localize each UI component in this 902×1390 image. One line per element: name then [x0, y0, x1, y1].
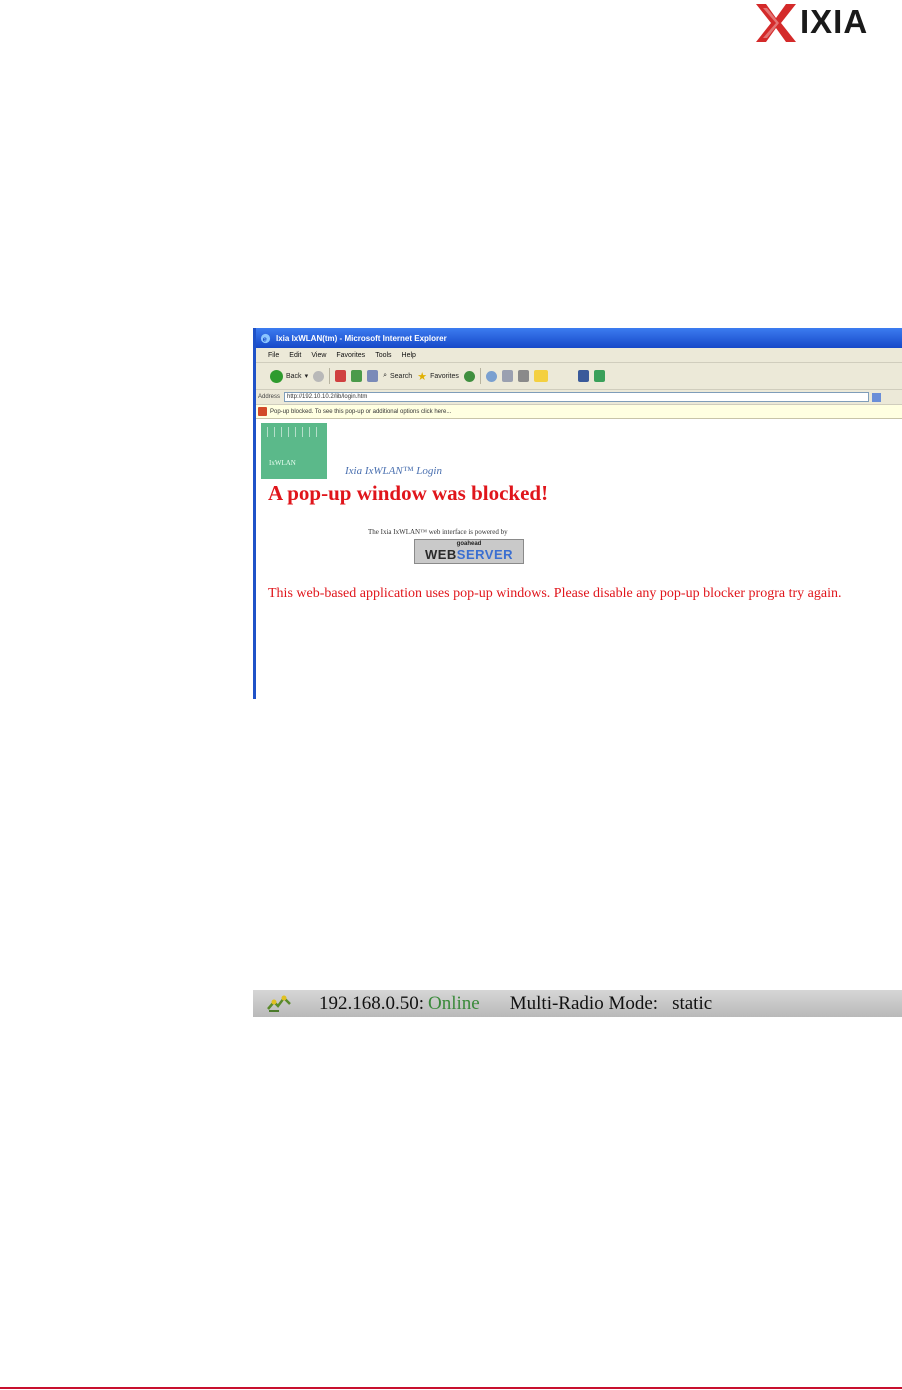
- page-content: IxWLAN Ixia IxWLAN™ Login A pop-up windo…: [256, 419, 902, 689]
- popup-blocked-infobar[interactable]: Pop-up blocked. To see this pop-up or ad…: [256, 405, 902, 419]
- mail-icon[interactable]: [485, 370, 497, 382]
- badge-word-web: WEB: [424, 547, 457, 562]
- status-bar: 192.168.0.50: Online Multi-Radio Mode: s…: [253, 990, 902, 1017]
- network-status-icon: [267, 995, 291, 1012]
- internet-explorer-icon: e: [260, 333, 271, 343]
- toolbar-separator: [329, 368, 331, 384]
- status-mode-label: Multi-Radio Mode:: [509, 992, 659, 1014]
- badge-word-server: SERVER: [456, 547, 514, 562]
- forward-arrow-icon[interactable]: [313, 370, 325, 382]
- menu-tools[interactable]: Tools: [375, 352, 391, 359]
- browser-window: e Ixia IxWLAN(tm) - Microsoft Internet E…: [253, 328, 902, 699]
- favorites-button[interactable]: ★ Favorites: [417, 370, 459, 383]
- address-input[interactable]: http://192.10.10.2/lib/login.htm: [284, 392, 870, 402]
- menu-file[interactable]: File: [268, 352, 279, 359]
- menu-edit[interactable]: Edit: [289, 352, 301, 359]
- goahead-webserver-badge: goahead WEBSERVER: [414, 539, 524, 564]
- menu-favorites[interactable]: Favorites: [336, 352, 365, 359]
- menu-view[interactable]: View: [311, 352, 326, 359]
- people-icon[interactable]: [593, 370, 605, 382]
- login-link[interactable]: Ixia IxWLAN™ Login: [345, 465, 442, 477]
- address-label: Address: [258, 394, 281, 400]
- status-ip: 192.168.0.50:: [319, 992, 425, 1014]
- footer-rule: [0, 1387, 902, 1389]
- back-button[interactable]: Back ▾: [270, 369, 309, 383]
- ixia-x-mark-icon: [756, 4, 796, 42]
- ixwlan-logo-text: IxWLAN: [269, 459, 296, 467]
- address-value: http://192.10.10.2/lib/login.htm: [287, 394, 368, 400]
- status-mode-value: static: [672, 992, 713, 1014]
- popup-blocked-heading: A pop-up window was blocked!: [268, 481, 549, 505]
- messenger-icon[interactable]: [577, 370, 589, 382]
- stop-icon[interactable]: [335, 370, 347, 382]
- badge-big-text: WEBSERVER: [415, 548, 523, 562]
- browser-title: Ixia IxWLAN(tm) - Microsoft Internet Exp…: [276, 333, 447, 343]
- status-online: Online: [428, 992, 480, 1014]
- search-button[interactable]: ⌕ Search: [383, 372, 412, 380]
- favorites-label: Favorites: [430, 372, 459, 380]
- edit-icon[interactable]: [517, 370, 529, 382]
- logo-wordmark: IXIA: [800, 3, 869, 40]
- powered-by-text: The Ixia IxWLAN™ web interface is powere…: [368, 528, 508, 536]
- back-label: Back: [286, 372, 302, 380]
- browser-toolbar: Back ▾ ⌕ Search ★ Favorites: [256, 363, 902, 390]
- home-icon[interactable]: [367, 370, 379, 382]
- print-icon[interactable]: [501, 370, 513, 382]
- search-label: Search: [390, 372, 413, 380]
- menu-help[interactable]: Help: [402, 352, 416, 359]
- dropdown-arrow-icon: ▾: [304, 373, 309, 380]
- refresh-icon[interactable]: [351, 370, 363, 382]
- address-bar: Address http://192.10.10.2/lib/login.htm: [256, 390, 902, 405]
- address-dropdown-icon[interactable]: [872, 392, 882, 402]
- star-icon: ★: [417, 370, 428, 383]
- back-arrow-icon: [270, 369, 283, 383]
- svg-text:e: e: [263, 334, 267, 343]
- infobar-text: Pop-up blocked. To see this pop-up or ad…: [270, 408, 452, 415]
- popup-blocked-icon: [258, 407, 267, 416]
- logo-lines: [267, 427, 321, 437]
- ixwlan-logo: IxWLAN: [261, 423, 327, 479]
- ixia-logo: IXIA: [754, 2, 900, 44]
- folder-icon[interactable]: [533, 370, 548, 382]
- popup-message: This web-based application uses pop-up w…: [268, 586, 842, 601]
- browser-menubar: File Edit View Favorites Tools Help: [256, 348, 902, 363]
- search-icon: ⌕: [383, 372, 387, 379]
- media-icon[interactable]: [463, 370, 475, 382]
- browser-titlebar: e Ixia IxWLAN(tm) - Microsoft Internet E…: [256, 328, 902, 348]
- toolbar-separator: [479, 368, 481, 384]
